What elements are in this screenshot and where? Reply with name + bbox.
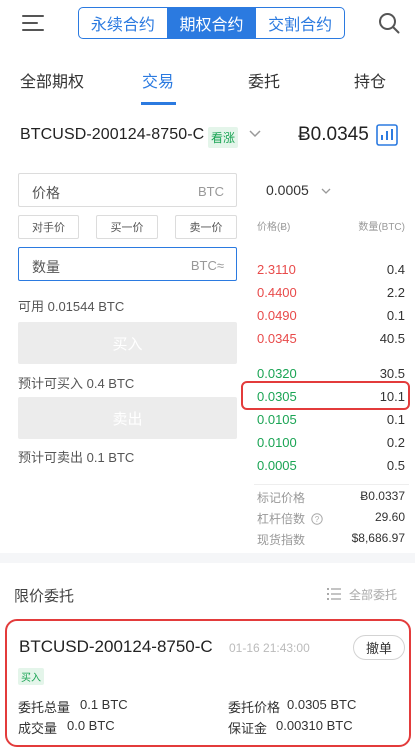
order-time: 01-16 21:43:00 xyxy=(229,641,310,655)
bid-price[interactable]: 0.0005 xyxy=(257,458,297,473)
estimated-sell: 预计可卖出 0.1 BTC xyxy=(18,450,135,465)
bid-qty: 30.5 xyxy=(379,366,405,381)
order-margin-label: 保证金 xyxy=(228,721,268,736)
segment-futures[interactable]: 交割合约 xyxy=(256,8,344,38)
mark-price-value: Ƀ0.0337 xyxy=(360,489,405,503)
call-badge: 看涨 xyxy=(208,127,239,148)
quantity-input-unit: BTC≈ xyxy=(190,258,224,273)
orderbook-price-header: 价格(Ƀ) xyxy=(257,222,291,233)
bid-price[interactable]: 0.0105 xyxy=(257,412,297,427)
ask-qty: 0.1 xyxy=(386,308,405,323)
depth-select[interactable]: 0.0005 xyxy=(266,182,331,198)
tab-orders[interactable]: 委托 xyxy=(248,68,280,92)
leverage-label-text: 杠杆倍数 xyxy=(257,512,306,526)
segment-options[interactable]: 期权合约 xyxy=(167,8,257,38)
order-contract-name: BTCUSD-200124-8750-C xyxy=(19,637,213,656)
svg-text:?: ? xyxy=(315,515,320,524)
order-side-badge: 买入 xyxy=(18,668,44,685)
ask-price[interactable]: 2.3110 xyxy=(257,262,296,277)
ask-qty: 0.4 xyxy=(386,262,405,277)
ask-qty: 2.2 xyxy=(386,285,405,300)
tab-positions[interactable]: 持仓 xyxy=(354,68,386,92)
bid-price[interactable]: 0.0100 xyxy=(257,435,297,450)
orderbook-divider xyxy=(254,484,409,485)
chevron-down-icon[interactable] xyxy=(249,130,261,138)
price-input[interactable]: 价格 BTC xyxy=(18,173,237,207)
section-separator xyxy=(0,553,415,563)
all-orders-link[interactable]: 全部委托 xyxy=(349,586,397,603)
menu-icon[interactable] xyxy=(22,13,44,33)
quantity-input[interactable]: 数量 BTC≈ xyxy=(18,247,237,281)
ask1-price-button[interactable]: 卖一价 xyxy=(175,215,237,239)
mark-price-label: 标记价格 xyxy=(257,491,306,505)
help-icon[interactable]: ? xyxy=(311,513,324,525)
contract-type-segment: 永续合约 期权合约 交割合约 xyxy=(78,7,345,39)
cancel-order-button[interactable]: 撤单 xyxy=(353,635,405,660)
counterparty-price-button[interactable]: 对手价 xyxy=(18,215,79,239)
ask-price[interactable]: 0.4400 xyxy=(257,285,297,300)
last-price: Ƀ0.0345 xyxy=(298,124,369,145)
bid-qty: 0.2 xyxy=(386,435,405,450)
order-filled-label: 成交量 xyxy=(18,721,58,736)
order-filled-value: 0.0 BTC xyxy=(67,718,115,733)
spot-index-value: $8,686.97 xyxy=(351,531,405,545)
sell-button[interactable]: 卖出 xyxy=(18,397,237,439)
order-margin-value: 0.00310 BTC xyxy=(276,718,353,733)
estimated-buy: 预计可买入 0.4 BTC xyxy=(18,376,135,391)
orderbook-qty-header: 数量(BTC) xyxy=(358,222,405,233)
order-total-label: 委托总量 xyxy=(18,700,71,715)
bid-qty: 0.5 xyxy=(386,458,405,473)
bid-qty: 0.1 xyxy=(386,412,405,427)
ask-price[interactable]: 0.0490 xyxy=(257,308,297,323)
tab-all-options[interactable]: 全部期权 xyxy=(20,68,84,92)
ask-qty: 40.5 xyxy=(379,331,405,346)
buy-button[interactable]: 买入 xyxy=(18,322,237,364)
bid1-price-button[interactable]: 买一价 xyxy=(96,215,158,239)
order-total-value: 0.1 BTC xyxy=(80,697,128,712)
main-tabs: 全部期权 交易 委托 持仓 xyxy=(0,60,415,106)
leverage-value: 29.60 xyxy=(374,510,405,524)
depth-select-value: 0.0005 xyxy=(266,182,309,198)
tab-trade[interactable]: 交易 xyxy=(142,68,174,92)
contract-selector[interactable]: BTCUSD-200124-8750-C xyxy=(20,126,204,144)
order-price-label: 委托价格 xyxy=(228,700,281,715)
kline-chart-icon[interactable] xyxy=(376,124,398,146)
leverage-label: 杠杆倍数 ? xyxy=(257,510,324,527)
search-icon[interactable] xyxy=(378,12,400,34)
chevron-down-icon xyxy=(321,188,331,194)
list-icon[interactable] xyxy=(327,588,341,600)
segment-perpetual[interactable]: 永续合约 xyxy=(79,8,168,38)
available-balance: 可用 0.01544 BTC xyxy=(18,299,125,314)
bid-price[interactable]: 0.0305 xyxy=(257,389,297,404)
ask-price[interactable]: 0.0345 xyxy=(257,331,297,346)
limit-orders-title: 限价委托 xyxy=(14,588,75,605)
bid-price[interactable]: 0.0320 xyxy=(257,366,297,381)
quantity-input-label: 数量 xyxy=(32,259,60,275)
price-input-label: 价格 xyxy=(32,185,60,201)
order-price-value: 0.0305 BTC xyxy=(287,697,357,712)
spot-index-label: 现货指数 xyxy=(257,533,306,547)
price-input-unit: BTC xyxy=(198,184,224,199)
bid-qty: 10.1 xyxy=(379,389,405,404)
active-tab-indicator xyxy=(141,102,176,105)
